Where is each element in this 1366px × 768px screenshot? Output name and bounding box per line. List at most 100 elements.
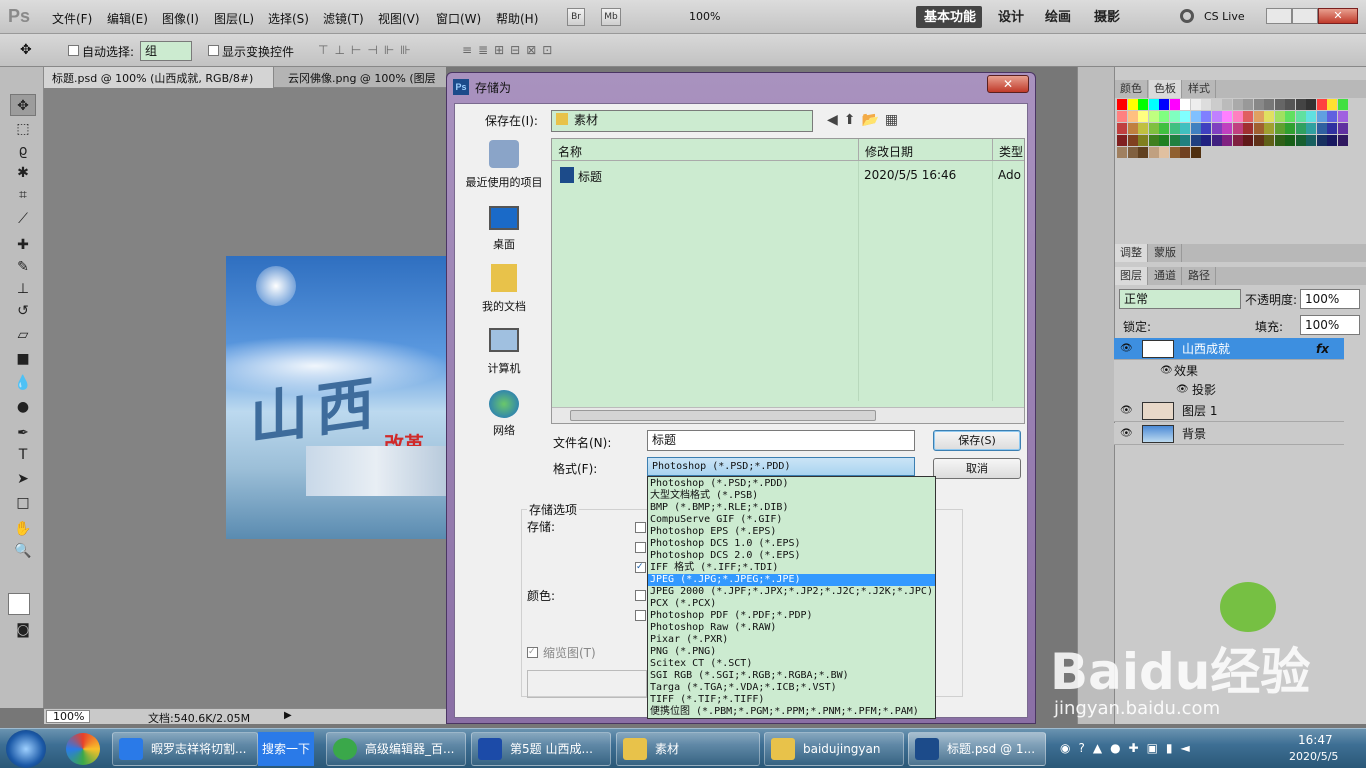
option-checkbox[interactable] bbox=[635, 522, 646, 533]
layer-row-shanxi[interactable]: 👁 山西成就 fx bbox=[1114, 338, 1344, 360]
color-swatch[interactable] bbox=[1159, 135, 1169, 146]
nav-buttons-icons[interactable]: ◀⬆📂▦ bbox=[827, 112, 904, 128]
format-option[interactable]: BMP (*.BMP;*.RLE;*.DIB) bbox=[648, 502, 935, 514]
color-swatch[interactable] bbox=[1148, 147, 1159, 158]
clock-time[interactable]: 16:47 bbox=[1298, 733, 1333, 747]
tab-adjustments[interactable]: 调整 bbox=[1115, 244, 1148, 262]
task-folder-sucai[interactable]: 素材 bbox=[616, 732, 760, 766]
color-swatch[interactable] bbox=[1337, 99, 1348, 110]
color-swatch[interactable] bbox=[1169, 111, 1180, 122]
format-option[interactable]: 大型文档格式 (*.PSB) bbox=[648, 490, 935, 502]
minimize-button[interactable] bbox=[1266, 8, 1292, 24]
color-swatch[interactable] bbox=[1159, 99, 1169, 110]
option-checkbox-checked[interactable]: ✓ bbox=[635, 562, 646, 573]
color-swatch[interactable] bbox=[1316, 135, 1327, 146]
zoom-tool-icon[interactable]: 🔍 bbox=[10, 540, 36, 562]
move-tool-icon[interactable]: ✥ bbox=[20, 42, 32, 58]
format-option[interactable]: Photoshop EPS (*.EPS) bbox=[648, 526, 935, 538]
menu-edit[interactable]: 编辑(E) bbox=[107, 10, 148, 27]
path-select-icon[interactable]: ➤ bbox=[10, 468, 36, 490]
tab-layers[interactable]: 图层 bbox=[1115, 267, 1148, 285]
color-swatch[interactable] bbox=[1138, 99, 1148, 110]
computer-icon[interactable] bbox=[489, 328, 519, 352]
distribute-icons[interactable]: ≡≣⊞⊟⊠⊡ bbox=[462, 43, 558, 57]
pen-tool-icon[interactable]: ✒ bbox=[10, 422, 36, 444]
option-checkbox[interactable] bbox=[635, 610, 646, 621]
marquee-tool-icon[interactable]: ⬚ bbox=[10, 118, 36, 140]
format-option[interactable]: JPEG (*.JPG;*.JPEG;*.JPE) bbox=[648, 574, 935, 586]
foreground-color-swatch[interactable] bbox=[8, 593, 30, 615]
color-swatch[interactable] bbox=[1295, 99, 1306, 110]
color-swatch[interactable] bbox=[1232, 99, 1243, 110]
color-swatch[interactable] bbox=[1127, 123, 1138, 134]
visibility-eye-icon[interactable]: 👁 bbox=[1120, 343, 1133, 354]
color-swatch[interactable] bbox=[1306, 111, 1316, 122]
format-dropdown[interactable]: Photoshop (*.PSD;*.PDD) bbox=[647, 457, 915, 476]
format-option[interactable]: CompuServe GIF (*.GIF) bbox=[648, 514, 935, 526]
color-swatch[interactable] bbox=[1138, 123, 1148, 134]
color-swatch[interactable] bbox=[1285, 99, 1295, 110]
format-option[interactable]: JPEG 2000 (*.JPF;*.JPX;*.JP2;*.J2C;*.J2K… bbox=[648, 586, 935, 598]
fill-input[interactable]: 100% bbox=[1300, 315, 1360, 335]
lasso-tool-icon[interactable]: ϱ bbox=[10, 140, 36, 162]
horizontal-scrollbar[interactable] bbox=[552, 407, 1024, 423]
opacity-input[interactable]: 100% bbox=[1300, 289, 1360, 309]
task-browser[interactable]: 暇罗志祥将切割... bbox=[112, 732, 258, 766]
start-button-icon[interactable] bbox=[6, 730, 46, 768]
doc-tab-2[interactable]: 云冈佛像.png @ 100% (图层 bbox=[288, 70, 436, 86]
color-swatch[interactable] bbox=[1180, 123, 1190, 134]
col-type[interactable]: 类型 bbox=[992, 139, 1023, 161]
save-button[interactable]: 保存(S) bbox=[933, 430, 1021, 451]
format-option[interactable]: Photoshop DCS 1.0 (*.EPS) bbox=[648, 538, 935, 550]
filename-input[interactable]: 标题 bbox=[647, 430, 915, 451]
color-swatch[interactable] bbox=[1264, 111, 1274, 122]
menu-view[interactable]: 视图(V) bbox=[378, 10, 420, 27]
color-swatch[interactable] bbox=[1127, 147, 1138, 158]
col-date[interactable]: 修改日期 bbox=[858, 139, 913, 161]
search-button[interactable]: 搜索一下 bbox=[258, 732, 314, 766]
color-swatch[interactable] bbox=[1264, 99, 1274, 110]
color-swatch[interactable] bbox=[1285, 111, 1295, 122]
blur-tool-icon[interactable]: 💧 bbox=[10, 372, 36, 394]
gradient-tool-icon[interactable]: ■ bbox=[10, 348, 36, 370]
format-option[interactable]: Photoshop DCS 2.0 (*.EPS) bbox=[648, 550, 935, 562]
color-swatch[interactable] bbox=[1253, 123, 1264, 134]
color-swatch[interactable] bbox=[1127, 135, 1138, 146]
color-swatch[interactable] bbox=[1274, 111, 1285, 122]
color-swatch[interactable] bbox=[1306, 135, 1316, 146]
close-icon[interactable]: ✕ bbox=[1318, 8, 1358, 24]
color-swatch[interactable] bbox=[1222, 123, 1232, 134]
color-swatch[interactable] bbox=[1127, 99, 1138, 110]
col-name[interactable]: 名称 bbox=[558, 143, 582, 160]
color-swatch[interactable] bbox=[1295, 135, 1306, 146]
magic-wand-icon[interactable]: ✱ bbox=[10, 162, 36, 184]
align-icons[interactable]: ⊤⊥⊢⊣⊩⊪ bbox=[318, 43, 417, 57]
doc-tab-1[interactable]: 标题.psd @ 100% (山西成就, RGB/8#) bbox=[44, 67, 274, 88]
color-swatch[interactable] bbox=[1327, 135, 1337, 146]
color-swatch[interactable] bbox=[1327, 99, 1337, 110]
tab-swatches[interactable]: 色板 bbox=[1149, 80, 1182, 98]
format-option[interactable]: Scitex CT (*.SCT) bbox=[648, 658, 935, 670]
menu-file[interactable]: 文件(F) bbox=[52, 10, 92, 27]
color-swatch[interactable] bbox=[1201, 123, 1211, 134]
auto-select-dropdown[interactable]: 组 bbox=[140, 41, 192, 61]
restore-button[interactable] bbox=[1292, 8, 1318, 24]
color-swatch[interactable] bbox=[1295, 123, 1306, 134]
healing-brush-icon[interactable]: ✚ bbox=[10, 234, 36, 256]
color-swatch[interactable] bbox=[1243, 123, 1253, 134]
bridge-button[interactable]: Br bbox=[567, 8, 585, 26]
swatch-grid[interactable] bbox=[1117, 99, 1348, 185]
color-swatch[interactable] bbox=[1138, 135, 1148, 146]
color-swatch[interactable] bbox=[1222, 99, 1232, 110]
color-swatch[interactable] bbox=[1190, 147, 1201, 158]
color-swatch[interactable] bbox=[1190, 111, 1201, 122]
workspace-essentials[interactable]: 基本功能 bbox=[924, 6, 976, 25]
hand-tool-icon[interactable]: ✋ bbox=[10, 518, 36, 540]
color-swatch[interactable] bbox=[1243, 135, 1253, 146]
color-swatch[interactable] bbox=[1201, 111, 1211, 122]
color-swatch[interactable] bbox=[1190, 99, 1201, 110]
place-network[interactable]: 网络 bbox=[459, 422, 549, 438]
place-recent[interactable]: 最近使用的项目 bbox=[459, 174, 549, 190]
color-swatch[interactable] bbox=[1232, 135, 1243, 146]
color-swatch[interactable] bbox=[1253, 135, 1264, 146]
